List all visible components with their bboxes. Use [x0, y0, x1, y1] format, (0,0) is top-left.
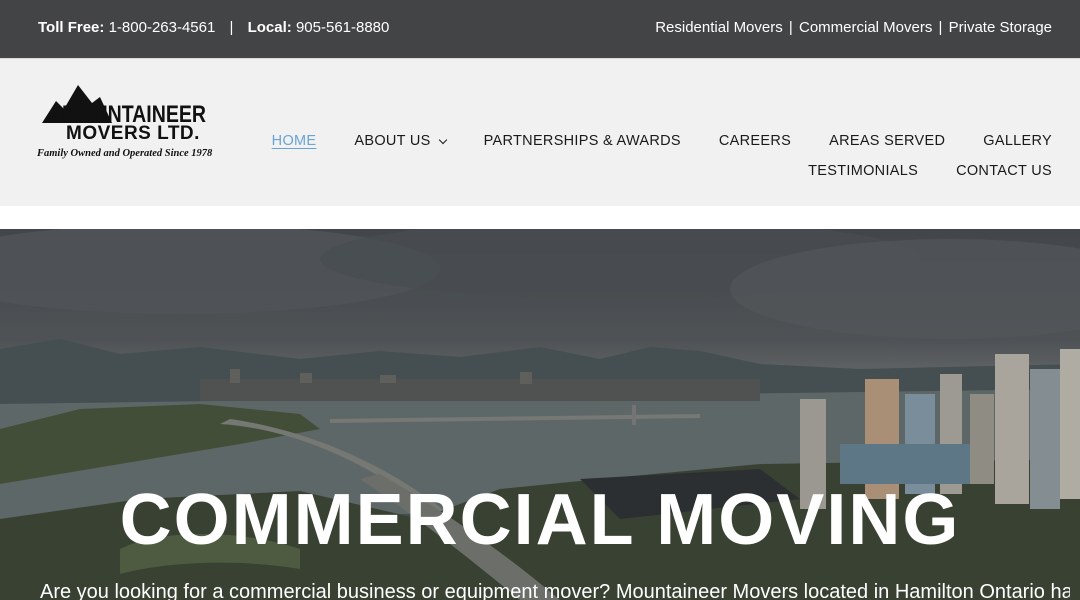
service-separator: | [788, 19, 793, 36]
private-storage-link[interactable]: Private Storage [949, 19, 1052, 36]
nav-item-label: CAREERS [718, 133, 792, 149]
nav-item-label: GALLERY [983, 133, 1052, 149]
nav-row-2: TESTIMONIALS CONTACT US [234, 162, 1052, 180]
nav-item-label: TESTIMONIALS [808, 163, 919, 179]
nav-item-label: CONTACT US [956, 163, 1052, 179]
nav-item-home[interactable]: HOME [272, 133, 317, 149]
chevron-down-icon [438, 135, 447, 144]
main-nav: HOME ABOUT US PARTNERSHIPS & AWARDS CARE… [234, 132, 1052, 180]
local-number[interactable]: 905-561-8880 [296, 19, 389, 36]
contact-info: Toll Free: 1-800-263-4561 | Local: 905-5… [38, 19, 389, 36]
nav-item-label: HOME [271, 133, 317, 149]
logo-wordmark-mountain: MOUNTAINEER [42, 85, 206, 125]
site-header: MOUNTAINEER MOVERS LTD. Family Owned and… [0, 58, 1080, 206]
residential-movers-link[interactable]: Residential Movers [655, 19, 783, 36]
nav-item-gallery[interactable]: GALLERY [983, 133, 1052, 149]
logo-tagline: Family Owned and Operated Since 1978 [37, 148, 213, 159]
toll-free-label: Toll Free: [38, 19, 105, 36]
nav-item-label: ABOUT US [354, 133, 431, 149]
service-links: Residential Movers | Commercial Movers |… [655, 19, 1052, 36]
nav-item-about-us[interactable]: ABOUT US [354, 133, 447, 149]
nav-item-contact-us[interactable]: CONTACT US [956, 163, 1052, 179]
nav-row-1: HOME ABOUT US PARTNERSHIPS & AWARDS CARE… [234, 132, 1052, 150]
nav-item-areas-served[interactable]: AREAS SERVED [829, 133, 945, 149]
nav-item-label: AREAS SERVED [829, 133, 946, 149]
nav-item-careers[interactable]: CAREERS [719, 133, 791, 149]
commercial-movers-link[interactable]: Commercial Movers [799, 19, 932, 36]
top-bar: Toll Free: 1-800-263-4561 | Local: 905-5… [0, 0, 1080, 58]
hero-description: Are you looking for a commercial busines… [40, 581, 1070, 600]
toll-free-number[interactable]: 1-800-263-4561 [109, 19, 216, 36]
site-logo[interactable]: MOUNTAINEER MOVERS LTD. Family Owned and… [36, 79, 213, 163]
contact-separator: | [229, 19, 234, 36]
nav-item-label: PARTNERSHIPS & AWARDS [483, 133, 681, 149]
local-label: Local: [247, 19, 292, 36]
nav-item-testimonials[interactable]: TESTIMONIALS [808, 163, 918, 179]
hero-banner: COMMERCIAL MOVING Are you looking for a … [0, 229, 1080, 600]
nav-item-partnerships-awards[interactable]: PARTNERSHIPS & AWARDS [484, 133, 681, 149]
hero-title: COMMERCIAL MOVING [119, 480, 961, 560]
logo-wordmark-bottom: MOVERS LTD. [66, 123, 200, 144]
logo-wordmark-top: MOUNTAINEER [62, 101, 206, 125]
service-separator: | [938, 19, 943, 36]
